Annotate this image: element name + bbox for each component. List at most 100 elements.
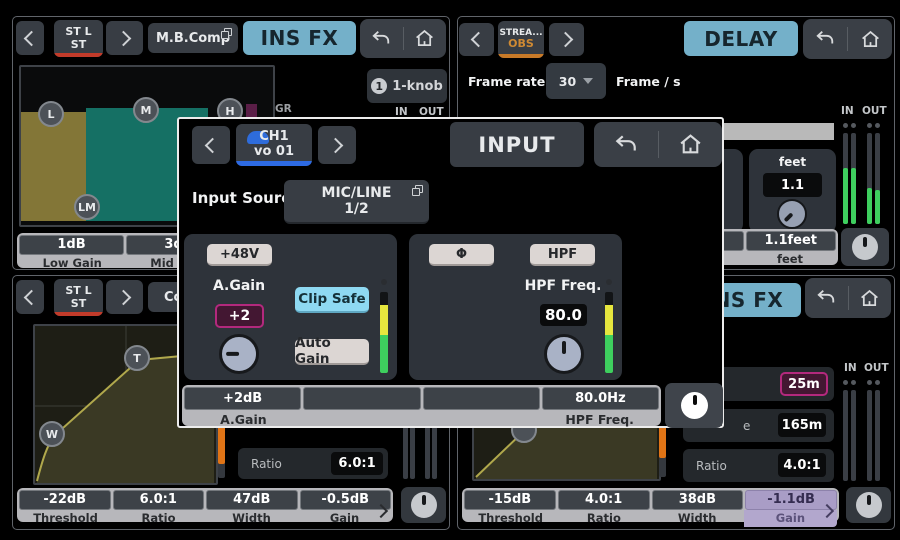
out-meter-label: OUT [864, 362, 889, 374]
band-handle-low[interactable]: L [38, 101, 64, 127]
strip-value [423, 387, 540, 410]
clip-indicator [606, 279, 612, 285]
phantom-48v-button[interactable]: +48V [207, 244, 272, 266]
band-handle-mid[interactable]: M [133, 97, 159, 123]
ratio-value: 4.0:1 [778, 453, 826, 477]
prev-channel-button[interactable] [16, 280, 44, 314]
undo-icon [371, 29, 391, 49]
chevron-left-icon [205, 137, 221, 153]
frame-rate-dropdown[interactable]: 30 [546, 63, 606, 99]
channel-select-button[interactable]: ST L ST [54, 279, 103, 316]
strip-value-width: 47dB [206, 490, 298, 510]
strip-label: Threshold [19, 510, 112, 527]
strip-label: Low Gain [19, 255, 126, 272]
hpf-freq-label: HPF Freq. [513, 278, 613, 294]
input-dialog: CH1 vo 01 INPUT Input Source MIC/LINE 1/… [177, 117, 724, 428]
next-channel-button[interactable] [106, 280, 143, 314]
home-button[interactable] [659, 122, 723, 167]
release-value: 165m [778, 413, 826, 437]
next-channel-button[interactable] [318, 126, 356, 164]
chevron-left-icon [24, 289, 40, 305]
strip-label [422, 410, 541, 429]
clip-safe-button[interactable]: Clip Safe [295, 287, 369, 313]
strip-value-hpf: 80.0Hz [542, 387, 659, 410]
chevron-right-icon [115, 289, 131, 305]
undo-button[interactable] [594, 122, 658, 167]
ratio-param-box[interactable]: Ratio 4.0:1 [683, 449, 834, 482]
channel-select-button[interactable]: STREA... OBS [498, 21, 544, 58]
home-icon [859, 288, 880, 309]
strip-value: 1.1feet [746, 231, 837, 251]
mixer-screen: ST L ST M.B.Comp INS FX L M H LM [0, 0, 900, 540]
touch-knob[interactable] [411, 492, 437, 518]
strip-label: Ratio [557, 510, 650, 527]
auto-gain-button[interactable]: Auto Gain [295, 339, 369, 365]
prev-channel-button[interactable] [459, 23, 494, 56]
strip-label: feet [744, 251, 836, 268]
next-channel-button[interactable] [106, 21, 143, 55]
effect-name-button[interactable]: M.B.Comp [148, 23, 238, 53]
home-button[interactable] [849, 278, 892, 318]
feet-param-box: feet 1.1 [749, 149, 836, 233]
parameter-strip[interactable]: +2dB 80.0Hz A.Gain HPF Freq. [182, 385, 661, 426]
channel-select-button[interactable]: ST L ST [54, 20, 103, 57]
undo-button[interactable] [805, 278, 848, 318]
undo-icon [815, 29, 835, 49]
channel-color-bar [236, 161, 312, 166]
touch-knob-button[interactable] [841, 228, 889, 266]
again-knob[interactable] [219, 334, 259, 374]
chevron-left-icon [24, 30, 40, 46]
undo-button[interactable] [803, 19, 847, 59]
chevron-right-icon [115, 30, 131, 46]
touch-knob[interactable] [681, 392, 708, 419]
nav-group [805, 278, 891, 318]
prev-channel-button[interactable] [16, 21, 44, 55]
parameter-strip[interactable]: -22dB 6.0:1 47dB -0.5dB Threshold Ratio … [17, 488, 393, 522]
home-button[interactable] [404, 19, 447, 58]
parameter-strip[interactable]: -15dB 4.0:1 38dB -1.1dB Threshold Ratio … [462, 488, 839, 522]
next-channel-button[interactable] [549, 23, 584, 56]
copy-icon [221, 28, 232, 39]
hpf-section: Φ HPF HPF Freq. 80.0 [409, 234, 622, 380]
clip-indicator [381, 279, 387, 285]
home-button[interactable] [848, 19, 892, 59]
feet-knob[interactable] [777, 199, 807, 229]
touch-knob[interactable] [852, 234, 878, 260]
again-value[interactable]: +2 [215, 304, 264, 328]
threshold-handle[interactable]: T [124, 345, 150, 371]
strip-value-threshold: -15dB [464, 490, 556, 510]
strip-label [303, 410, 422, 429]
home-icon [860, 29, 881, 50]
hpf-freq-knob[interactable] [544, 334, 584, 374]
prev-channel-button[interactable] [192, 126, 230, 164]
feet-value[interactable]: 1.1 [763, 173, 822, 197]
width-handle[interactable]: W [39, 421, 65, 447]
strip-value-width: 38dB [652, 490, 744, 510]
hpf-freq-value[interactable]: 80.0 [540, 304, 587, 326]
in-meter-l-level [843, 168, 848, 224]
ratio-param-box[interactable]: Ratio 6.0:1 [238, 448, 388, 479]
frame-rate-label: Frame rate [468, 74, 545, 89]
undo-button[interactable] [360, 19, 403, 58]
band-handle-lowmid[interactable]: LM [74, 194, 100, 220]
home-icon [678, 132, 703, 157]
touch-knob-button[interactable] [401, 487, 446, 523]
undo-icon [614, 133, 638, 157]
input-source-button[interactable]: MIC/LINE 1/2 [284, 180, 429, 224]
input-meter [605, 292, 613, 373]
frame-unit-label: Frame / s [616, 74, 681, 89]
touch-knob[interactable] [856, 492, 882, 518]
tab-delay[interactable]: DELAY [684, 21, 798, 56]
touch-knob-button[interactable] [665, 383, 723, 428]
touch-knob-button[interactable] [846, 487, 891, 523]
phase-button[interactable]: Φ [429, 244, 494, 266]
hpf-button[interactable]: HPF [530, 244, 595, 266]
nav-group [360, 19, 446, 58]
channel-select-button[interactable]: CH1 vo 01 [236, 124, 312, 166]
dropdown-arrow-icon [583, 78, 593, 84]
tab-ins-fx[interactable]: INS FX [243, 21, 356, 55]
strip-value: 1dB [19, 235, 124, 255]
attack-value: 25m [780, 372, 828, 396]
one-knob-button[interactable]: 1 1-knob [367, 69, 447, 103]
strip-value-ratio: 6.0:1 [113, 490, 205, 510]
